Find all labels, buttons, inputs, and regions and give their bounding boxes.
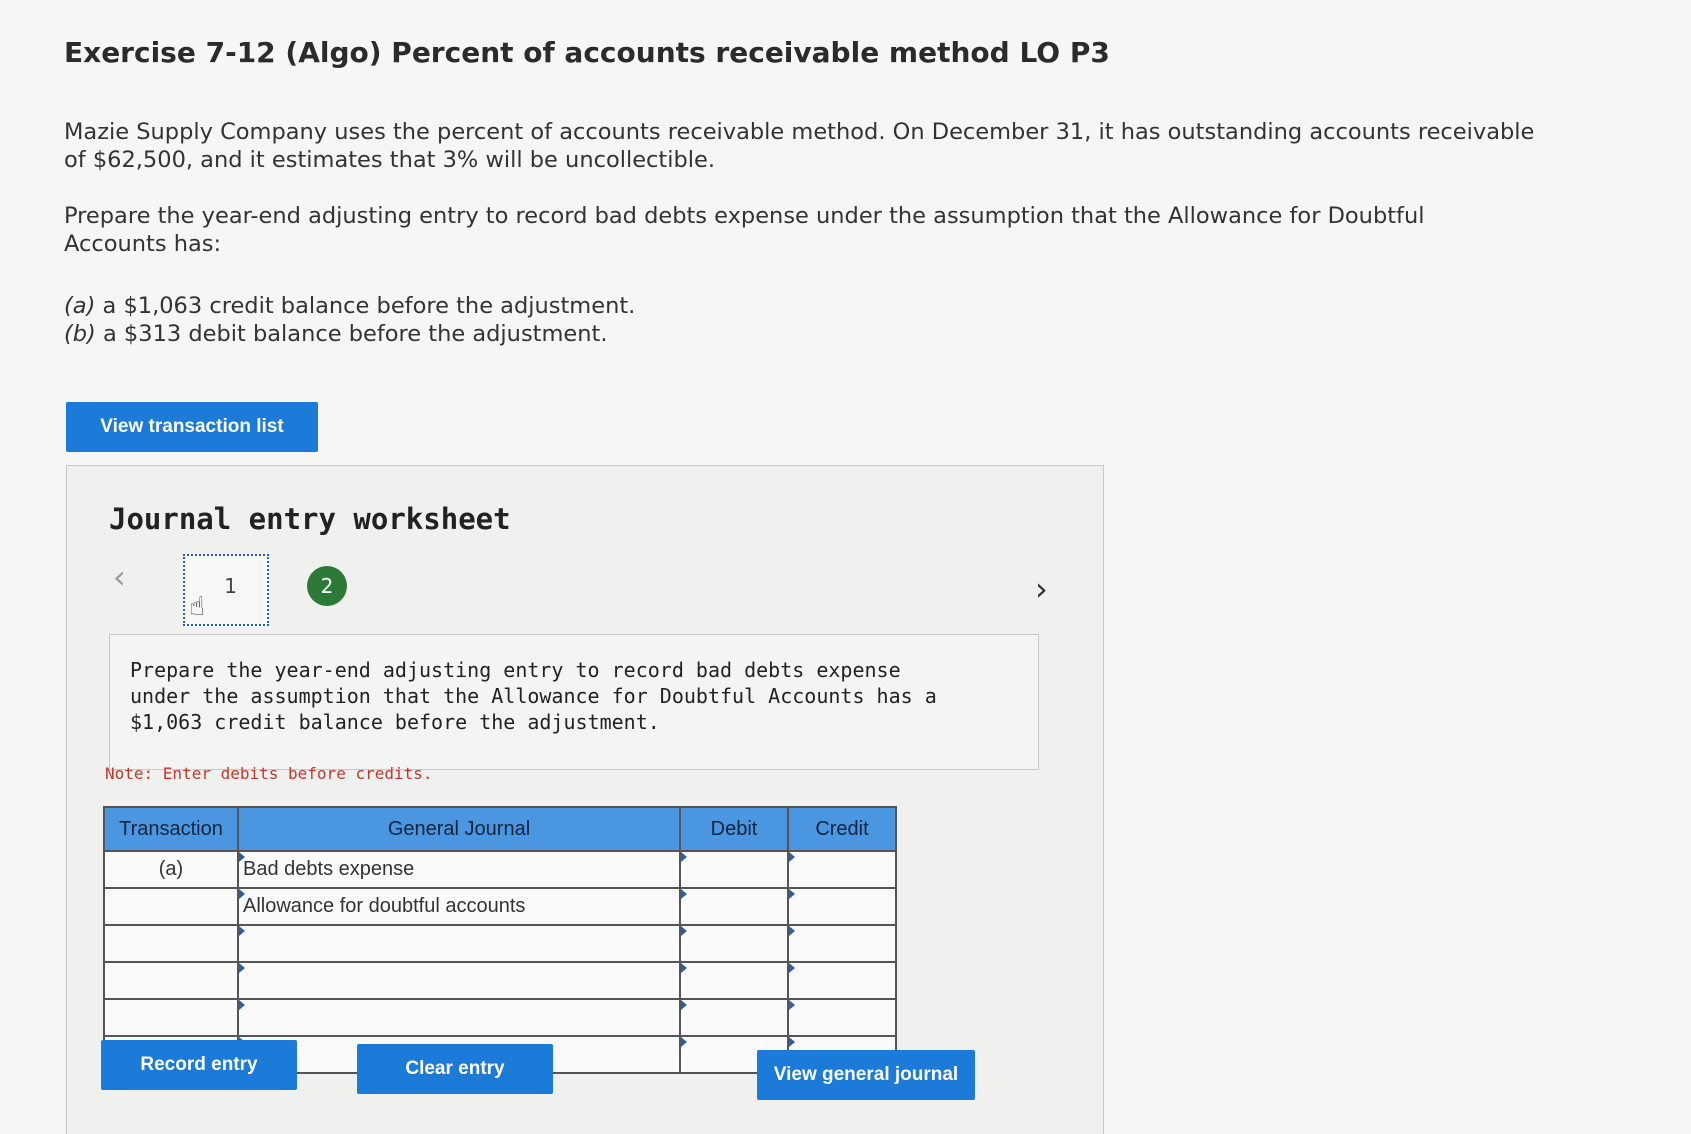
item-text-a: a $1,063 credit balance before the adjus… [95,293,636,319]
problem-item-b: (b) a $313 debit balance before the adju… [64,320,964,348]
credit-input[interactable] [787,850,897,889]
table-row [103,924,897,963]
col-header-credit: Credit [787,806,897,852]
account-select[interactable]: Allowance for doubtful accounts [237,887,681,926]
item-text-b: a $313 debit balance before the adjustme… [95,321,608,347]
exercise-page: Exercise 7-12 (Algo) Percent of accounts… [0,0,1691,1134]
transaction-cell [103,924,239,963]
credit-input[interactable] [787,887,897,926]
chevron-right-icon[interactable]: › [1035,570,1048,608]
credit-input[interactable] [787,961,897,1000]
record-entry-button[interactable]: Record entry [101,1040,297,1090]
transaction-cell [103,998,239,1037]
worksheet-title: Journal entry worksheet [109,502,511,536]
col-header-debit: Debit [679,806,789,852]
table-header-row: Transaction General Journal Debit Credit [103,806,897,852]
problem-item-a: (a) a $1,063 credit balance before the a… [64,292,964,320]
note-text: Note: Enter debits before credits. [105,764,433,783]
view-general-journal-button[interactable]: View general journal [757,1050,975,1100]
instruction-box: Prepare the year-end adjusting entry to … [109,634,1039,770]
table-row [103,961,897,1000]
debit-input[interactable] [679,887,789,926]
transaction-cell [103,961,239,1000]
view-transaction-list-button[interactable]: View transaction list [66,402,318,452]
debit-input[interactable] [679,961,789,1000]
general-journal-table: Transaction General Journal Debit Credit… [103,806,897,1074]
transaction-cell [103,887,239,926]
account-select[interactable]: Bad debts expense [237,850,681,889]
tab-1-number: 1 [224,574,237,598]
transaction-cell: (a) [103,850,239,889]
tab-entry-1[interactable]: 1 ☝ [183,554,269,626]
account-select[interactable] [237,924,681,963]
credit-input[interactable] [787,998,897,1037]
problem-items: (a) a $1,063 credit balance before the a… [64,292,964,348]
hand-pointer-icon: ☝ [189,592,205,622]
col-header-transaction: Transaction [103,806,239,852]
tab-entry-2[interactable]: 2 [307,566,347,606]
table-row [103,998,897,1037]
table-row: Allowance for doubtful accounts [103,887,897,926]
debit-input[interactable] [679,850,789,889]
chevron-left-icon[interactable]: ‹ [113,558,126,596]
item-label-b: (b) [64,321,96,347]
debit-input[interactable] [679,998,789,1037]
debit-input[interactable] [679,924,789,963]
instruction-text: Prepare the year-end adjusting entry to … [130,658,937,734]
credit-input[interactable] [787,924,897,963]
table-row: (a) Bad debts expense [103,850,897,889]
item-label-a: (a) [64,293,96,319]
journal-entry-worksheet: Journal entry worksheet ‹ 1 ☝ 2 › Prepar… [66,465,1104,1134]
account-select[interactable] [237,961,681,1000]
col-header-general-journal: General Journal [237,806,681,852]
page-title: Exercise 7-12 (Algo) Percent of accounts… [64,36,1110,69]
problem-paragraph-1: Mazie Supply Company uses the percent of… [64,119,1535,173]
clear-entry-button[interactable]: Clear entry [357,1044,553,1094]
account-select[interactable] [237,998,681,1037]
problem-paragraph-2: Prepare the year-end adjusting entry to … [64,203,1425,257]
